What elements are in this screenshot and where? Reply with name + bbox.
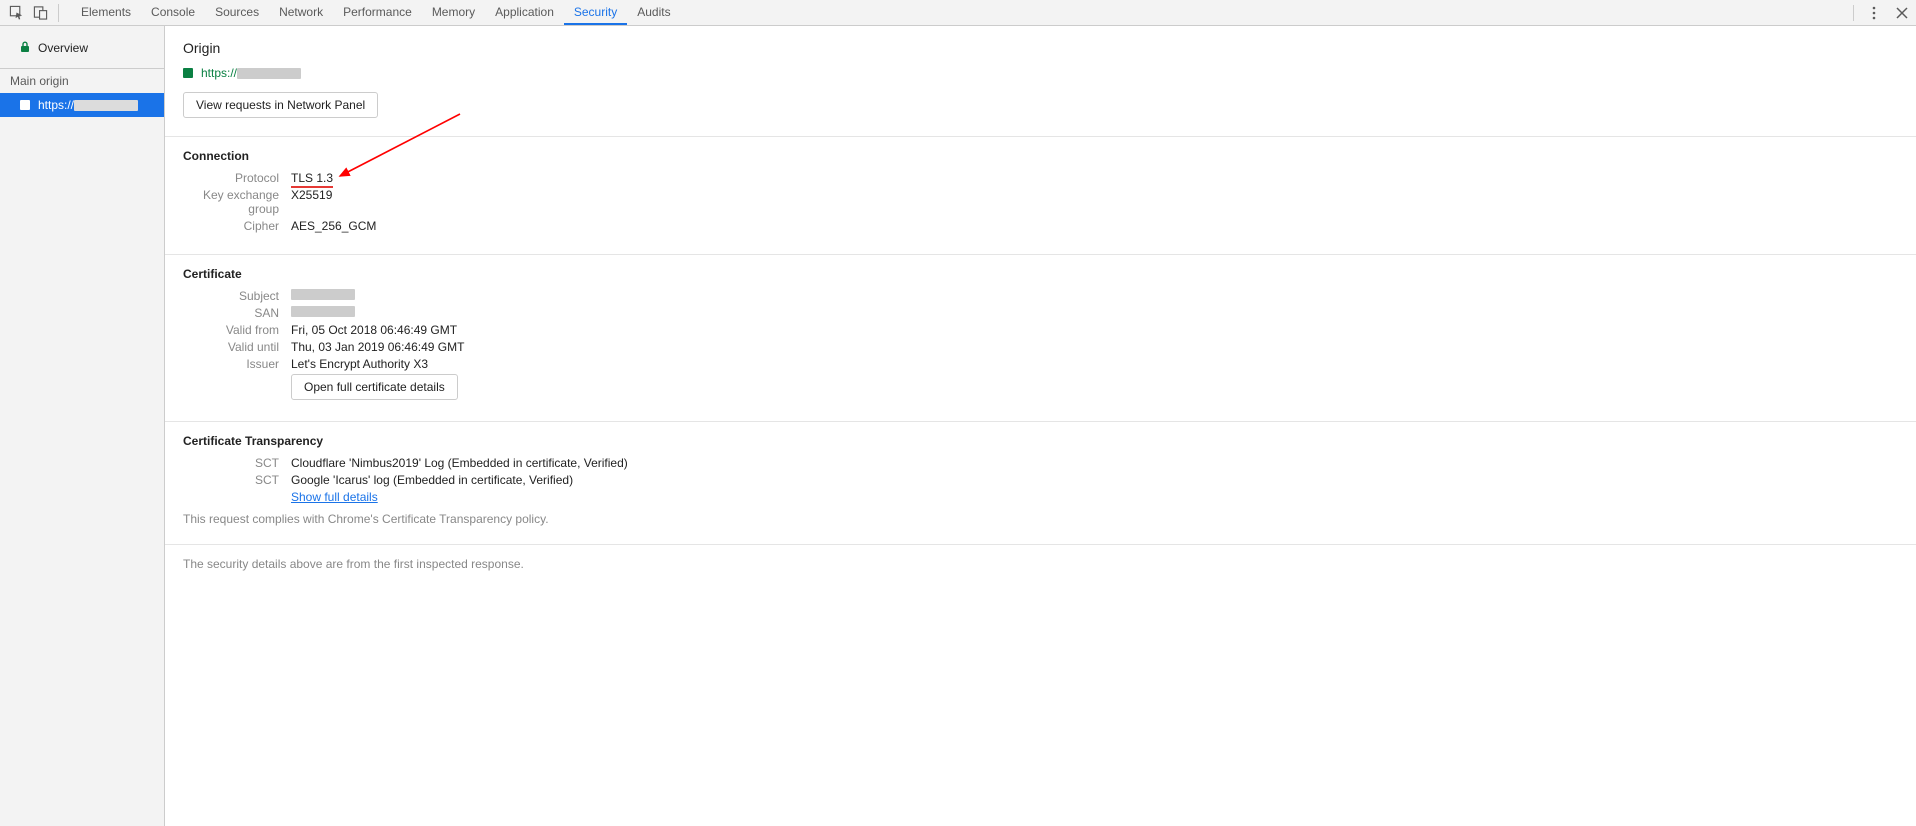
kv-key: Valid from [183,323,291,337]
certificate-heading: Certificate [183,267,1898,281]
redacted-san [291,306,355,317]
kv-value: TLS 1.3 [291,171,333,185]
toolbar-divider [1853,5,1854,21]
sidebar-origin-item[interactable]: https:// [0,93,164,117]
kv-key: SCT [183,456,291,470]
security-sidebar: Overview Main origin https:// [0,26,165,826]
tab-application[interactable]: Application [485,0,564,25]
tab-sources[interactable]: Sources [205,0,269,25]
certificate-row-valid-from: Valid from Fri, 05 Oct 2018 06:46:49 GMT [183,323,1898,337]
kv-key: Key exchange group [183,188,291,216]
certificate-section: Certificate Subject SAN Valid from Fri, … [165,255,1916,422]
connection-row-kex: Key exchange group X25519 [183,188,1898,216]
certificate-open-details-row: Open full certificate details [183,374,1898,400]
kv-value [291,306,355,320]
tab-audits[interactable]: Audits [627,0,680,25]
lock-icon [20,41,30,56]
kv-key: Valid until [183,340,291,354]
kv-value: AES_256_GCM [291,219,376,233]
secure-indicator-icon [20,100,30,110]
kv-key: Protocol [183,171,291,185]
origin-heading: Origin [183,40,1898,56]
origin-url-line: https:// [183,66,1898,80]
kv-value: X25519 [291,188,332,216]
main-area: Overview Main origin https:// Origin htt… [0,26,1916,826]
tab-performance[interactable]: Performance [333,0,422,25]
inspect-element-icon[interactable] [8,5,24,21]
footer-section: The security details above are from the … [165,545,1916,589]
certificate-row-valid-until: Valid until Thu, 03 Jan 2019 06:46:49 GM… [183,340,1898,354]
redacted-origin [74,100,138,111]
kv-key: Cipher [183,219,291,233]
toolbar-left-icons [8,4,59,22]
sidebar-main-origin-header: Main origin [0,69,164,93]
connection-row-cipher: Cipher AES_256_GCM [183,219,1898,233]
redacted-subject [291,289,355,300]
close-icon[interactable] [1894,5,1910,21]
toolbar-right [1853,0,1910,25]
ct-row-0: SCT Cloudflare 'Nimbus2019' Log (Embedde… [183,456,1898,470]
kv-value: Google 'Icarus' log (Embedded in certifi… [291,473,573,487]
footer-note: The security details above are from the … [183,557,1898,571]
kv-value: Fri, 05 Oct 2018 06:46:49 GMT [291,323,457,337]
sidebar-overview-label: Overview [38,41,88,55]
kv-value [291,289,355,303]
devtools-tabs: Elements Console Sources Network Perform… [71,0,681,25]
security-content: Origin https:// View requests in Network… [165,26,1916,826]
origin-section: Origin https:// View requests in Network… [165,26,1916,137]
device-toggle-icon[interactable] [32,5,48,21]
connection-row-protocol: Protocol TLS 1.3 [183,171,1898,185]
tab-console[interactable]: Console [141,0,205,25]
devtools-toolbar: Elements Console Sources Network Perform… [0,0,1916,26]
tab-elements[interactable]: Elements [71,0,141,25]
certificate-row-san: SAN [183,306,1898,320]
certificate-row-subject: Subject [183,289,1898,303]
ct-show-full-row: Show full details [183,490,1898,504]
ct-section: Certificate Transparency SCT Cloudflare … [165,422,1916,545]
certificate-row-issuer: Issuer Let's Encrypt Authority X3 [183,357,1898,371]
kv-key: SAN [183,306,291,320]
secure-indicator-icon [183,68,193,78]
connection-section: Connection Protocol TLS 1.3 Key exchange… [165,137,1916,255]
kv-key: Issuer [183,357,291,371]
view-requests-button[interactable]: View requests in Network Panel [183,92,378,118]
show-full-details-link[interactable]: Show full details [291,490,378,504]
kv-value: Cloudflare 'Nimbus2019' Log (Embedded in… [291,456,628,470]
kebab-menu-icon[interactable] [1866,5,1882,21]
tab-memory[interactable]: Memory [422,0,485,25]
kv-key: Subject [183,289,291,303]
kv-value: Let's Encrypt Authority X3 [291,357,428,371]
tab-security[interactable]: Security [564,0,627,25]
origin-url: https:// [201,66,301,80]
kv-key: SCT [183,473,291,487]
sidebar-overview[interactable]: Overview [0,36,164,60]
ct-row-1: SCT Google 'Icarus' log (Embedded in cer… [183,473,1898,487]
ct-compliance-note: This request complies with Chrome's Cert… [183,512,1898,526]
tab-network[interactable]: Network [269,0,333,25]
ct-heading: Certificate Transparency [183,434,1898,448]
connection-heading: Connection [183,149,1898,163]
protocol-value-highlighted: TLS 1.3 [291,171,333,188]
open-certificate-details-button[interactable]: Open full certificate details [291,374,458,400]
redacted-origin [237,68,301,79]
sidebar-origin-label: https:// [38,98,138,112]
kv-value: Thu, 03 Jan 2019 06:46:49 GMT [291,340,464,354]
